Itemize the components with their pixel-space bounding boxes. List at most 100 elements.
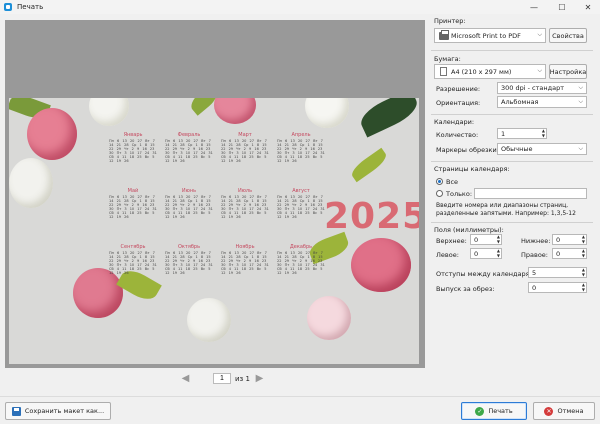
white-rose-image [89,98,129,126]
month-name: Январь [123,132,143,138]
margin-left-label: Левое: [436,251,459,259]
crop-markers-select[interactable]: Обычные ⌵ [497,143,587,155]
white-rose-image [305,98,349,128]
printer-icon [439,30,449,40]
print-preview-area: Январь Пн 6 13 20 27 Вт 7 14 21 28 Ср 1 8… [5,20,425,368]
month-days: Пн 6 13 20 27 Вт 7 14 21 28 Ср 1 8 15 22… [165,139,213,163]
only-pages-radio[interactable] [436,190,443,197]
margin-right-label: Правое: [521,251,548,259]
page-number-input[interactable] [213,373,231,384]
month-days: Пн 6 13 20 27 Вт 7 14 21 28 Ср 1 8 15 22… [165,195,213,219]
month-days: Пн 6 13 20 27 Вт 7 14 21 28 Ср 1 8 15 22… [277,139,325,163]
divider [431,222,593,223]
divider [431,114,593,115]
margin-top-value: 0 [474,235,479,244]
paper-size-select[interactable]: A4 (210 x 297 мм) ⌵ [434,64,546,79]
save-layout-button[interactable]: Сохранить макет как... [5,402,111,420]
month-days: Пн 6 13 20 27 Вт 7 14 21 28 Ср 1 8 15 22… [109,139,157,163]
stepper-arrows-icon[interactable]: ▲ ▼ [582,234,585,244]
margin-left-value: 0 [474,249,479,258]
calendar-page-preview: Январь Пн 6 13 20 27 Вт 7 14 21 28 Ср 1 8… [9,98,419,364]
crop-markers-label: Маркеры обрезки: [436,146,499,154]
calendar-month: Ноябрь Пн 6 13 20 27 Вт 7 14 21 28 Ср 1 8… [221,244,269,310]
month-days: Пн 6 13 20 27 Вт 7 14 21 28 Ср 1 8 15 22… [221,139,269,163]
next-page-icon[interactable]: ▶ [254,373,265,384]
bleed-value: 0 [532,283,537,292]
month-name: Август [292,188,310,194]
margin-left-stepper[interactable]: 0 ▲ ▼ [470,248,502,259]
bleed-stepper[interactable]: 0 ▲ ▼ [528,282,587,293]
chevron-down-icon: ⌵ [578,98,583,105]
close-button[interactable]: ✕ [574,0,600,14]
print-button[interactable]: ✓ Печать [461,402,527,420]
month-name: Декабрь [289,244,313,250]
month-name: Сентябрь [120,244,146,250]
page-navigator: ◀ из 1 ▶ [180,373,265,384]
month-days: Пн 6 13 20 27 Вт 7 14 21 28 Ср 1 8 15 22… [221,195,269,219]
stepper-arrows-icon[interactable]: ▲ ▼ [542,128,545,138]
window-title: Печать [17,3,44,11]
pink-rose-image [27,108,77,160]
print-label: Печать [488,407,513,415]
crop-markers-value: Обычные [501,145,533,153]
save-layout-label: Сохранить макет как... [24,407,105,415]
paper-section-title: Бумага: [434,55,461,63]
month-name: Ноябрь [235,244,255,250]
checkmark-icon: ✓ [475,406,485,416]
printer-select[interactable]: Microsoft Print to PDF ⌵ [434,28,546,43]
chevron-down-icon: ⌵ [578,145,583,152]
count-value: 1 [501,129,506,138]
month-days: Пн 6 13 20 27 Вт 7 14 21 28 Ср 1 8 15 22… [165,251,213,275]
calendar-year: 2025 [324,196,419,237]
margin-bottom-stepper[interactable]: 0 ▲ ▼ [552,234,587,245]
cancel-label: Отмена [557,407,584,415]
stepper-arrows-icon[interactable]: ▲ ▼ [582,282,585,292]
pink-rose-image [351,238,411,292]
calendar-month: Сентябрь Пн 6 13 20 27 Вт 7 14 21 28 Ср 1… [109,244,157,310]
month-name: Июль [237,188,253,194]
stepper-arrows-icon[interactable]: ▲ ▼ [497,234,500,244]
cancel-button[interactable]: ✕ Отмена [533,402,595,420]
month-days: Пн 6 13 20 27 Вт 7 14 21 28 Ср 1 8 15 22… [109,195,157,219]
resolution-select[interactable]: 300 dpi - стандарт ⌵ [497,82,587,94]
margin-right-stepper[interactable]: 0 ▲ ▼ [552,248,587,259]
month-name: Май [127,188,139,194]
title-bar: Печать [0,0,600,14]
resolution-label: Разрешение: [436,85,481,93]
all-pages-label: Все [446,178,459,186]
margin-bottom-label: Нижнее: [521,237,551,245]
white-rose-image [9,158,53,208]
pink-rose-image [214,98,256,124]
bleed-label: Выпуск за обрез: [436,285,495,293]
month-name: Октябрь [177,244,201,250]
count-stepper[interactable]: 1 ▲ ▼ [497,128,547,139]
calendar-gap-stepper[interactable]: 5 ▲ ▼ [528,267,587,278]
stepper-arrows-icon[interactable]: ▲ ▼ [582,267,585,277]
orientation-select[interactable]: Альбомная ⌵ [497,96,587,108]
stepper-arrows-icon[interactable]: ▲ ▼ [497,248,500,258]
all-pages-radio[interactable] [436,178,443,185]
leaf-decoration [348,147,390,183]
minimize-button[interactable]: — [520,0,548,14]
divider [431,161,593,162]
orientation-value: Альбомная [501,98,539,106]
margin-right-value: 0 [556,249,561,258]
calendar-gap-label: Отступы между календарями: [436,270,541,278]
margin-top-stepper[interactable]: 0 ▲ ▼ [470,234,502,245]
month-name: Март [238,132,252,138]
page-count-label: из 1 [235,374,250,383]
page-range-input[interactable] [474,188,587,199]
maximize-button[interactable]: ☐ [548,0,576,14]
chevron-down-icon: ⌵ [578,84,583,91]
printer-properties-button[interactable]: Свойства [549,28,587,43]
month-days: Пн 6 13 20 27 Вт 7 14 21 28 Ср 1 8 15 22… [277,195,325,219]
paper-size-value: A4 (210 x 297 мм) [451,67,512,76]
stepper-arrows-icon[interactable]: ▲ ▼ [582,248,585,258]
calendar-month: Декабрь Пн 6 13 20 27 Вт 7 14 21 28 Ср 1 … [277,244,325,310]
print-app-icon [4,3,12,11]
month-name: Июнь [181,188,197,194]
paper-setup-button[interactable]: Настройка [549,64,587,79]
cancel-icon: ✕ [544,406,554,416]
prev-page-icon[interactable]: ◀ [180,373,191,384]
only-pages-label: Только: [446,190,473,198]
